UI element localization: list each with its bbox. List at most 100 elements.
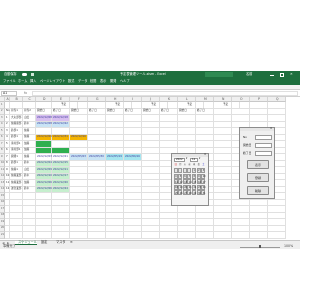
calendar-day-button[interactable] bbox=[182, 168, 187, 173]
calendar-day-button[interactable]: 29 bbox=[191, 190, 196, 196]
date-cell[interactable] bbox=[124, 186, 142, 193]
tab-review[interactable]: 校閲 bbox=[90, 79, 96, 83]
calendar-day-button[interactable] bbox=[173, 168, 178, 173]
calendar-day-button[interactable]: 19 bbox=[178, 184, 182, 190]
tab-file[interactable]: ファイル bbox=[3, 79, 16, 83]
person1-cell[interactable]: 運営業部 bbox=[10, 186, 23, 193]
calendar-day-button[interactable]: 31 bbox=[201, 190, 205, 196]
minimize-icon[interactable] bbox=[270, 75, 274, 76]
calendar-day-button[interactable]: 25 bbox=[173, 190, 178, 196]
calendar-day-button[interactable]: 24 bbox=[201, 184, 205, 190]
calendar-day-button[interactable] bbox=[178, 168, 183, 173]
calendar-day-button[interactable]: 2 bbox=[196, 168, 201, 173]
group-header[interactable]: 予定 bbox=[222, 102, 240, 109]
calendar-day-button[interactable]: 18 bbox=[173, 184, 178, 190]
cell[interactable] bbox=[196, 232, 214, 239]
tab-page-layout[interactable]: ページレイアウト bbox=[40, 79, 65, 83]
row-number: 12 bbox=[1, 174, 5, 177]
start-date-input[interactable] bbox=[255, 143, 272, 148]
add-sheet-icon[interactable]: ⊕ bbox=[70, 240, 73, 244]
calendar-day-button[interactable]: 15 bbox=[191, 179, 196, 185]
month-chevron-down-icon[interactable]: ▾ bbox=[199, 157, 200, 161]
cell[interactable] bbox=[142, 232, 160, 239]
calendar-day-button[interactable]: 21 bbox=[187, 184, 192, 190]
calendar-day-button[interactable]: 8 bbox=[191, 173, 196, 179]
cell[interactable] bbox=[160, 232, 178, 239]
register-button[interactable]: 登録 bbox=[247, 173, 269, 182]
column-title[interactable]: 終了日 bbox=[196, 108, 214, 115]
calendar-day-button[interactable]: 6 bbox=[182, 173, 187, 179]
year-chevron-down-icon[interactable]: ▾ bbox=[186, 157, 187, 161]
calendar-day-button[interactable]: 13 bbox=[182, 179, 187, 185]
calendar-day-button[interactable]: 11 bbox=[173, 179, 178, 185]
cell[interactable] bbox=[88, 232, 106, 239]
form-close-icon[interactable]: ✕ bbox=[270, 127, 272, 131]
calendar-day-button[interactable]: 9 bbox=[196, 173, 201, 179]
formula-input[interactable] bbox=[32, 91, 298, 96]
cell[interactable] bbox=[232, 232, 250, 239]
close-icon[interactable]: ✕ bbox=[290, 72, 293, 76]
fx-icon[interactable]: fx bbox=[24, 91, 27, 95]
maximize-icon[interactable] bbox=[280, 73, 284, 77]
tab-formulas[interactable]: 数式 bbox=[68, 79, 74, 83]
column-title[interactable]: 開始日 bbox=[178, 108, 196, 115]
calendar-day-button[interactable]: 4 bbox=[173, 173, 178, 179]
no-input[interactable] bbox=[255, 135, 272, 140]
tab-developer[interactable]: 開発 bbox=[110, 79, 116, 83]
calendar-day-button[interactable]: 20 bbox=[182, 184, 187, 190]
end-date-input[interactable] bbox=[255, 151, 272, 156]
date-cell[interactable] bbox=[70, 186, 88, 193]
date-cell[interactable] bbox=[88, 186, 106, 193]
name-box[interactable]: A1 bbox=[1, 91, 17, 96]
cell[interactable] bbox=[23, 232, 36, 239]
cell[interactable] bbox=[250, 232, 268, 239]
column-title[interactable]: 開始日 bbox=[142, 108, 160, 115]
date-cell[interactable] bbox=[106, 186, 124, 193]
calendar-day-button[interactable]: 16 bbox=[196, 179, 201, 185]
tab-data[interactable]: データ bbox=[78, 79, 88, 83]
cell[interactable] bbox=[70, 232, 88, 239]
tab-help[interactable]: ヘルプ bbox=[120, 79, 130, 83]
display-button[interactable]: 表示 bbox=[247, 160, 269, 169]
zoom-slider-thumb[interactable] bbox=[259, 245, 261, 248]
autosave-toggle[interactable] bbox=[22, 73, 27, 76]
year-select[interactable]: 2022 bbox=[174, 158, 185, 162]
calendar-day-button[interactable]: 1 bbox=[191, 168, 196, 173]
calendar-day-button[interactable]: 30 bbox=[196, 190, 201, 196]
cell[interactable] bbox=[178, 232, 196, 239]
cell[interactable] bbox=[214, 232, 232, 239]
calendar-day-button[interactable]: 10 bbox=[201, 173, 205, 179]
search-box[interactable] bbox=[205, 72, 233, 77]
calendar-day-button[interactable]: 28 bbox=[187, 190, 192, 196]
row-number: 14 bbox=[1, 187, 5, 190]
calendar-day-button[interactable]: 14 bbox=[187, 179, 192, 185]
cell[interactable] bbox=[268, 232, 286, 239]
tab-insert[interactable]: 挿入 bbox=[30, 79, 36, 83]
calendar-day-button[interactable]: 7 bbox=[187, 173, 192, 179]
tab-home[interactable]: ホーム bbox=[18, 79, 27, 83]
calendar-day-button[interactable]: 27 bbox=[182, 190, 187, 196]
save-icon[interactable] bbox=[31, 73, 34, 76]
delete-button[interactable]: 削除 bbox=[247, 186, 269, 195]
cell[interactable] bbox=[36, 232, 52, 239]
cell[interactable] bbox=[52, 232, 70, 239]
month-select[interactable]: 12 bbox=[190, 158, 198, 162]
calendar-day-button[interactable]: 5 bbox=[178, 173, 183, 179]
calendar-day-button[interactable]: 23 bbox=[196, 184, 201, 190]
calendar-day-button[interactable]: 12 bbox=[178, 179, 182, 185]
calendar-day-button[interactable]: 22 bbox=[191, 184, 196, 190]
tab-view[interactable]: 表示 bbox=[100, 79, 106, 83]
cell[interactable] bbox=[106, 232, 124, 239]
calendar-day-button[interactable]: 17 bbox=[201, 179, 205, 185]
calendar-day-button[interactable]: 26 bbox=[178, 190, 182, 196]
date-cell[interactable]: 2022/12/24 bbox=[52, 186, 70, 193]
person2-cell[interactable]: 鈴木 bbox=[23, 186, 36, 193]
calendar-day-button[interactable]: 3 bbox=[201, 168, 206, 173]
zoom-level: 100% bbox=[284, 244, 294, 248]
date-cell[interactable]: 2022/12/06 bbox=[36, 186, 52, 193]
cell[interactable] bbox=[124, 232, 142, 239]
calendar-close-icon[interactable]: ✕ bbox=[204, 153, 206, 157]
calendar-day-button[interactable] bbox=[187, 168, 192, 173]
cell[interactable] bbox=[10, 232, 23, 239]
column-title[interactable]: 終了日 bbox=[160, 108, 178, 115]
